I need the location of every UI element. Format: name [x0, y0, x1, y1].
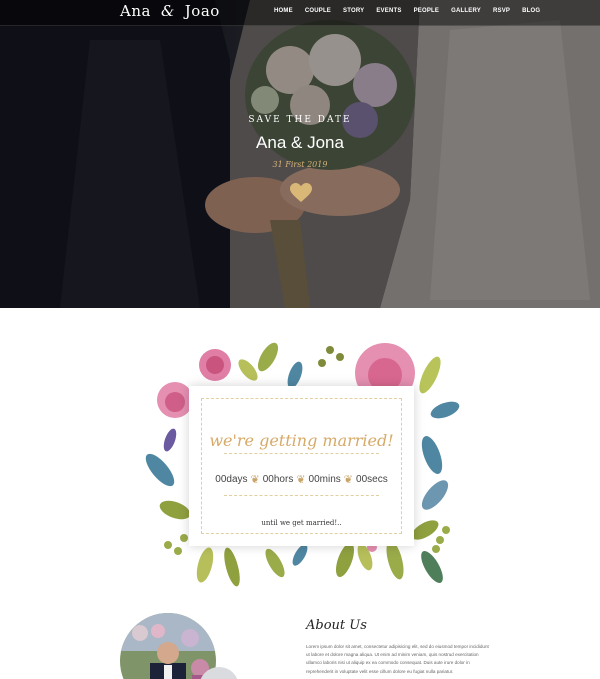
heart-icon	[290, 183, 312, 202]
nav-link-blog[interactable]: BLOG	[522, 8, 540, 14]
hero-dark-overlay	[0, 0, 600, 308]
countdown-timer: 00days ❦ 00hors ❦ 00mins ❦ 00secs	[202, 473, 401, 486]
countdown-days: 00days	[215, 474, 248, 485]
countdown-subtitle: until we get married!..	[261, 519, 342, 527]
nav-link-people[interactable]: PEOPLE	[414, 8, 440, 14]
countdown-secs: 00secs	[356, 474, 388, 485]
sprig-icon: ❦	[250, 473, 260, 486]
countdown-card: we're getting married! 00days ❦ 00hors ❦…	[189, 386, 414, 546]
nav-link-story[interactable]: STORY	[343, 8, 364, 14]
couple-photo	[120, 613, 216, 679]
logo-left-name: Ana	[120, 2, 151, 20]
logo-ampersand: &	[160, 2, 175, 20]
couple-names: Ana & Jona	[256, 133, 344, 152]
nav-link-events[interactable]: EVENTS	[376, 8, 401, 14]
save-the-date-label: SAVE THE DATE	[248, 115, 352, 125]
logo-right-name: Joao	[184, 2, 220, 20]
countdown-card-border: we're getting married! 00days ❦ 00hors ❦…	[201, 398, 402, 534]
countdown-mins: 00mins	[308, 474, 341, 485]
site-logo[interactable]: Ana & Joao	[120, 2, 220, 20]
countdown-title: we're getting married!	[209, 431, 394, 450]
top-navigation: Ana & Joao HOME COUPLE STORY EVENTS PEOPLE…	[0, 0, 600, 26]
sprig-icon: ❦	[296, 473, 306, 486]
nav-link-gallery[interactable]: GALLERY	[451, 8, 481, 14]
nav-link-home[interactable]: HOME	[274, 8, 293, 14]
hero-section: Ana & Joao HOME COUPLE STORY EVENTS PEOPLE…	[0, 0, 600, 308]
sprig-icon: ❦	[343, 473, 354, 486]
main-menu: HOME COUPLE STORY EVENTS PEOPLE GALLERY …	[274, 8, 552, 14]
nav-link-rsvp[interactable]: RSVP	[493, 8, 510, 14]
wedding-date: 31 First 2019	[272, 160, 328, 169]
about-title: About Us	[306, 618, 367, 633]
divider-line-bottom	[224, 495, 379, 496]
divider-line-top	[224, 453, 379, 454]
nav-link-couple[interactable]: COUPLE	[305, 8, 331, 14]
countdown-hours: 00hors	[262, 474, 294, 485]
about-text: Lorem ipsum dolor sit amet, consectetur …	[306, 644, 489, 674]
